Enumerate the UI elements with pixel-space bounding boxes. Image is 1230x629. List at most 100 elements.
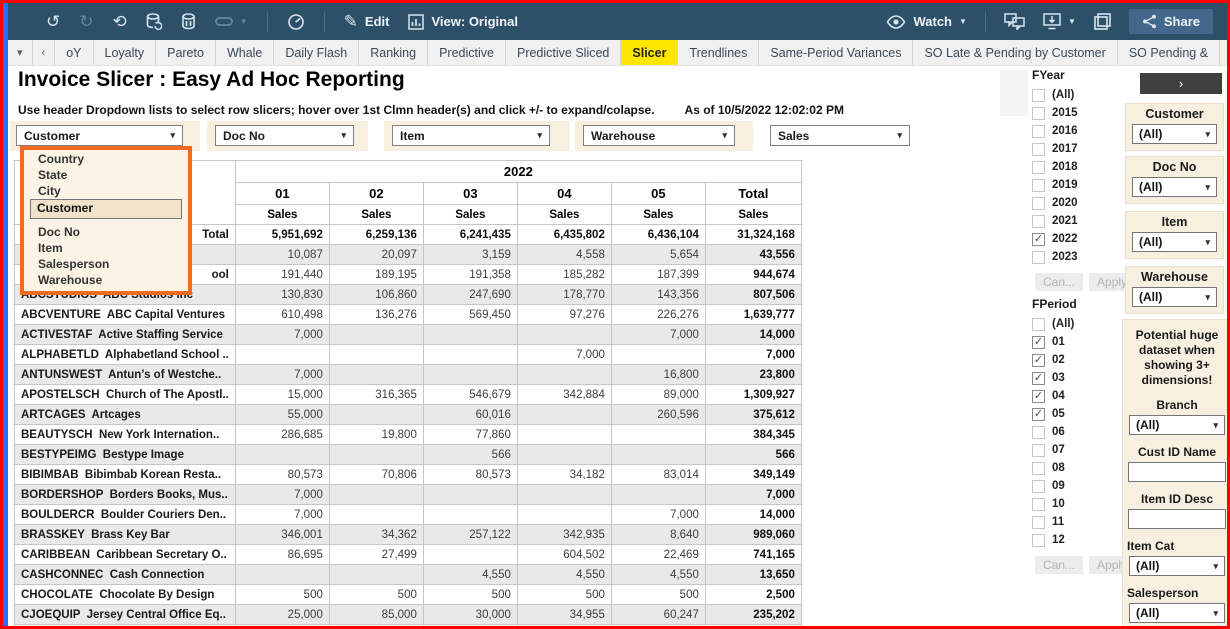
collapse-panel-button[interactable]: › [1140, 73, 1222, 94]
slicer-dropdown-warehouse[interactable]: Warehouse▾ [583, 125, 735, 146]
fperiod-option-06[interactable]: 06 [1032, 423, 1122, 441]
tab-so-pending[interactable]: SO Pending & [1118, 40, 1220, 65]
checkbox-checked[interactable]: ✓ [1032, 354, 1045, 367]
checkbox[interactable] [1032, 179, 1045, 192]
quick-filter-select-customer[interactable]: (All)▾ [1132, 124, 1217, 144]
share-button[interactable]: Share [1129, 9, 1213, 34]
fperiod-option-02[interactable]: ✓02 [1032, 351, 1122, 369]
input-item-id-desc[interactable] [1128, 509, 1226, 529]
tab-scroll-left-icon[interactable]: ‹ [33, 40, 56, 65]
checkbox[interactable] [1032, 197, 1045, 210]
tab-slicer[interactable]: Slicer [621, 40, 678, 65]
undo-icon[interactable]: ↺ [46, 13, 60, 30]
tab-so-late-pending-by-customer[interactable]: SO Late & Pending by Customer [913, 40, 1117, 65]
fyear-option-2023[interactable]: 2023 [1032, 248, 1122, 266]
checkbox[interactable] [1032, 426, 1045, 439]
menu-item-item[interactable]: Item [24, 241, 188, 257]
fperiod-option-05[interactable]: ✓05 [1032, 405, 1122, 423]
fperiod-option-all[interactable]: (All) [1032, 315, 1122, 333]
checkbox[interactable] [1032, 318, 1045, 331]
menu-item-doc-no[interactable]: Doc No [24, 225, 188, 241]
fperiod-option-08[interactable]: 08 [1032, 459, 1122, 477]
tab-trendlines[interactable]: Trendlines [678, 40, 759, 65]
checkbox[interactable] [1032, 480, 1045, 493]
tab-whale[interactable]: Whale [216, 40, 274, 65]
checkbox[interactable] [1032, 161, 1045, 174]
redo-icon[interactable]: ↻ [79, 13, 93, 30]
slicer-dropdown-customer[interactable]: Customer▾ [16, 125, 183, 146]
select-item-cat[interactable]: (All)▾ [1129, 556, 1225, 576]
tab-predictive[interactable]: Predictive [428, 40, 506, 65]
checkbox[interactable] [1032, 125, 1045, 138]
fperiod-option-09[interactable]: 09 [1032, 477, 1122, 495]
fullscreen-icon[interactable] [1094, 13, 1111, 30]
input-cust-id-name[interactable] [1128, 462, 1226, 482]
checkbox[interactable] [1032, 444, 1045, 457]
fperiod-option-03[interactable]: ✓03 [1032, 369, 1122, 387]
refresh-data-icon[interactable] [146, 13, 162, 31]
checkbox-checked[interactable]: ✓ [1032, 372, 1045, 385]
menu-item-city[interactable]: City [24, 184, 188, 200]
checkbox[interactable] [1032, 143, 1045, 156]
quick-filter-select-doc-no[interactable]: (All)▾ [1132, 177, 1217, 197]
pause-updates-icon[interactable] [181, 13, 196, 31]
fperiod-option-07[interactable]: 07 [1032, 441, 1122, 459]
watch-button[interactable]: Watch ▼ [886, 14, 966, 29]
checkbox[interactable] [1032, 516, 1045, 529]
fperiod-option-12[interactable]: 12 [1032, 531, 1122, 549]
view-original-button[interactable]: View: Original [408, 14, 517, 30]
chevron-down-icon[interactable]: ▼ [240, 17, 248, 26]
scrollbar[interactable] [1000, 71, 1028, 116]
slicer-dropdown-sales[interactable]: Sales▾ [770, 125, 910, 146]
fyear-option-2022[interactable]: ✓2022 [1032, 230, 1122, 248]
fyear-option-2017[interactable]: 2017 [1032, 140, 1122, 158]
menu-item-warehouse[interactable]: Warehouse [24, 273, 188, 289]
tab-ranking[interactable]: Ranking [359, 40, 428, 65]
fyear-option-2021[interactable]: 2021 [1032, 212, 1122, 230]
tab-oy[interactable]: oY [55, 40, 93, 65]
tab-loyalty[interactable]: Loyalty [94, 40, 157, 65]
fperiod-cancel-button[interactable]: Can... [1035, 556, 1083, 574]
comments-icon[interactable] [1004, 13, 1025, 30]
tab-pareto[interactable]: Pareto [156, 40, 216, 65]
checkbox[interactable] [1032, 215, 1045, 228]
fyear-option-2019[interactable]: 2019 [1032, 176, 1122, 194]
fyear-option-2015[interactable]: 2015 [1032, 104, 1122, 122]
edit-button[interactable]: ✎ Edit [344, 13, 390, 30]
menu-item-salesperson[interactable]: Salesperson [24, 257, 188, 273]
checkbox-checked[interactable]: ✓ [1032, 336, 1045, 349]
fperiod-option-10[interactable]: 10 [1032, 495, 1122, 513]
checkbox[interactable] [1032, 498, 1045, 511]
fperiod-option-11[interactable]: 11 [1032, 513, 1122, 531]
fperiod-option-01[interactable]: ✓01 [1032, 333, 1122, 351]
revert-icon[interactable]: ⟲ [113, 13, 127, 30]
quick-filter-select-item[interactable]: (All)▾ [1132, 232, 1217, 252]
menu-item-country[interactable]: Country [24, 152, 188, 168]
tab-list-menu-icon[interactable]: ▾ [8, 40, 33, 65]
checkbox-checked[interactable]: ✓ [1032, 233, 1045, 246]
tab-scroll-right-icon[interactable]: › [1220, 40, 1227, 65]
menu-item-state[interactable]: State [24, 168, 188, 184]
fperiod-option-04[interactable]: ✓04 [1032, 387, 1122, 405]
checkbox-checked[interactable]: ✓ [1032, 408, 1045, 421]
quick-filter-select-warehouse[interactable]: (All)▾ [1132, 287, 1217, 307]
checkbox-checked[interactable]: ✓ [1032, 390, 1045, 403]
menu-item-customer[interactable]: Customer [30, 199, 182, 219]
fyear-option-2018[interactable]: 2018 [1032, 158, 1122, 176]
performance-gauge-icon[interactable] [287, 13, 305, 31]
fyear-option-2016[interactable]: 2016 [1032, 122, 1122, 140]
data-connection-icon[interactable] [215, 17, 233, 26]
tab-daily-flash[interactable]: Daily Flash [274, 40, 359, 65]
select-branch[interactable]: (All)▾ [1129, 415, 1225, 435]
checkbox[interactable] [1032, 462, 1045, 475]
select-salesperson[interactable]: (All)▾ [1129, 603, 1225, 623]
slicer-dropdown-doc-no[interactable]: Doc No▾ [215, 125, 354, 146]
checkbox[interactable] [1032, 251, 1045, 264]
fyear-option-all[interactable]: (All) [1032, 86, 1122, 104]
tab-same-period-variances[interactable]: Same-Period Variances [759, 40, 913, 65]
tab-predictive-sliced[interactable]: Predictive Sliced [506, 40, 621, 65]
fyear-cancel-button[interactable]: Can... [1035, 273, 1083, 291]
slicer-dropdown-item[interactable]: Item▾ [392, 125, 550, 146]
checkbox[interactable] [1032, 534, 1045, 547]
fyear-option-2020[interactable]: 2020 [1032, 194, 1122, 212]
